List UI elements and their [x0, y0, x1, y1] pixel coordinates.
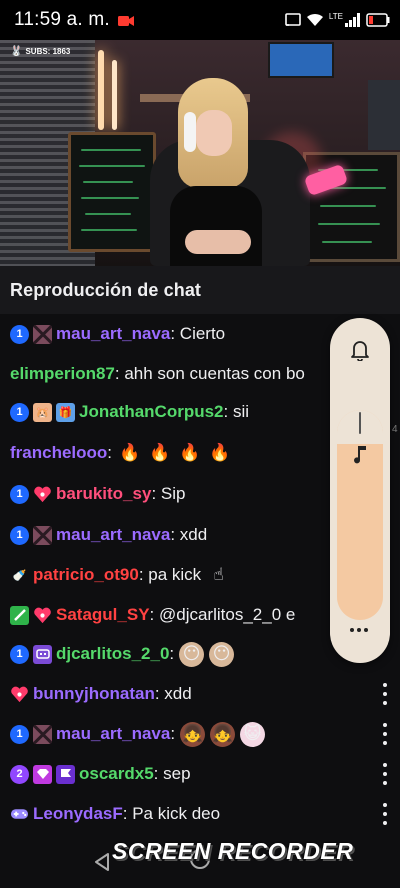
chat-text: : Sip: [151, 484, 186, 503]
music-note-icon: [352, 444, 368, 469]
side-peek-text: 4: [392, 424, 398, 435]
gamepad-badge[interactable]: [10, 805, 29, 824]
chat-username[interactable]: mau_art_nava: [56, 324, 170, 344]
chat-message[interactable]: 1 mau_art_nava : xdd: [10, 520, 207, 550]
stream-video[interactable]: 🐰 SUBS: 1863: [0, 40, 400, 266]
chat-message[interactable]: LeonydasF : Pa kick deo: [10, 799, 220, 829]
face-emote[interactable]: 😶: [209, 641, 235, 667]
x-badge[interactable]: [33, 525, 52, 545]
chat-text: : ahh son cuentas con bo: [114, 364, 305, 383]
x-badge[interactable]: [33, 324, 52, 344]
sub-1-badge[interactable]: 1: [10, 484, 29, 504]
purple-flame-emote[interactable]: 🔥: [177, 441, 202, 466]
chat-message[interactable]: 1 mau_art_nava : Cierto: [10, 319, 225, 349]
heart-badge[interactable]: [10, 685, 29, 704]
chat-username[interactable]: patricio_ot90: [33, 565, 139, 585]
back-icon[interactable]: [94, 853, 110, 876]
bunny-icon: 🐰: [10, 46, 23, 57]
sub-1-badge[interactable]: 1: [10, 724, 29, 744]
chat-username[interactable]: elimperion87: [10, 364, 115, 384]
chalkboard: [68, 132, 156, 252]
chat-text: : Cierto: [170, 324, 226, 343]
chat-message[interactable]: elimperion87 : ahh son cuentas con bo: [10, 359, 305, 389]
cast-icon: [285, 13, 301, 27]
screen-recorder-watermark: SCREEN RECORDER: [112, 838, 354, 864]
chat-text: : xdd: [170, 525, 208, 544]
chat-username[interactable]: LeonydasF: [33, 804, 123, 824]
chat-text: : Pa kick deo: [122, 804, 221, 823]
cat-emote[interactable]: 😺: [240, 721, 266, 747]
more-options-icon[interactable]: [382, 803, 388, 825]
subs-label: SUBS: 1863: [25, 47, 71, 56]
chat-username[interactable]: djcarlitos_2_0: [56, 644, 169, 664]
heart-badge[interactable]: [33, 485, 52, 504]
chat-message[interactable]: franchelooo : 🔥 🔥 🔥 🔥: [10, 438, 232, 468]
status-icons: LTE: [285, 11, 390, 27]
gift-badge[interactable]: 🎁: [56, 402, 75, 422]
chat-message[interactable]: 1 djcarlitos_2_0 : 😶 😶: [10, 639, 235, 669]
chat-message[interactable]: Satagul_SY : @djcarlitos_2_0 e: [10, 600, 295, 630]
more-options-icon[interactable]: [382, 763, 388, 785]
more-options-icon[interactable]: [382, 723, 388, 745]
volume-slider[interactable]: [337, 410, 383, 620]
chat-username[interactable]: oscardx5: [79, 764, 154, 784]
chat-message[interactable]: 1 barukito_sy : Sip: [10, 479, 185, 509]
chat-message[interactable]: 🍼 patricio_ot90 : pa kick ☝: [10, 560, 231, 590]
lte-label: LTE: [328, 11, 343, 21]
sub-1-badge[interactable]: 1: [10, 402, 29, 422]
chat-text: : sep: [153, 764, 191, 783]
chat-username[interactable]: barukito_sy: [56, 484, 151, 504]
x-badge[interactable]: [33, 724, 52, 744]
more-options-icon[interactable]: [350, 628, 368, 632]
record-icon: [117, 14, 134, 26]
sub-1-badge[interactable]: 1: [10, 644, 29, 664]
bot-badge[interactable]: [33, 644, 52, 664]
chat-text: :: [169, 644, 175, 663]
chat-text: : xdd: [154, 684, 192, 703]
subs-counter: 🐰 SUBS: 1863: [10, 46, 70, 57]
chat-username[interactable]: mau_art_nava: [56, 724, 170, 744]
chat-text: :: [170, 724, 176, 743]
chat-message[interactable]: 2 oscardx5 : sep: [10, 759, 191, 789]
purple-flame-emote[interactable]: 🔥: [147, 441, 172, 466]
heart-badge[interactable]: [33, 606, 52, 625]
chat-username[interactable]: Satagul_SY: [56, 605, 150, 625]
more-options-icon[interactable]: [382, 683, 388, 705]
chat-message[interactable]: bunnyjhonatan : xdd: [10, 679, 192, 709]
chat-username[interactable]: mau_art_nava: [56, 525, 170, 545]
battery-icon: [366, 13, 390, 27]
chat-text: : pa kick: [138, 565, 202, 584]
chat-username[interactable]: JonathanCorpus2: [79, 402, 224, 422]
bottle-badge[interactable]: 🍼: [10, 566, 29, 585]
chat-header: Reproducción de chat: [0, 266, 400, 314]
chat-message[interactable]: 1 🐹 🎁 JonathanCorpus2 : sii: [10, 397, 249, 427]
chat-title: Reproducción de chat: [10, 279, 202, 300]
chat-message[interactable]: 1 mau_art_nava : 👧 👧 😺: [10, 719, 266, 749]
signal-icon: [345, 13, 361, 27]
face-emote[interactable]: 😶: [179, 641, 205, 667]
purple-flame-emote[interactable]: 🔥: [207, 441, 232, 466]
floating-volume-panel[interactable]: [330, 318, 390, 663]
girl-emote[interactable]: 👧: [210, 721, 236, 747]
girl-emote[interactable]: 👧: [180, 721, 206, 747]
diamond-badge[interactable]: [33, 764, 52, 784]
hamster-badge[interactable]: 🐹: [33, 402, 52, 422]
status-time: 11:59 a. m.: [14, 9, 110, 30]
sub-2-badge[interactable]: 2: [10, 764, 29, 784]
purple-flame-emote[interactable]: 🔥: [117, 441, 142, 466]
chat-text: : @djcarlitos_2_0 e: [149, 605, 296, 624]
flag-badge[interactable]: [56, 764, 75, 784]
chat-username[interactable]: franchelooo: [10, 443, 107, 463]
sub-1-badge[interactable]: 1: [10, 525, 29, 545]
chat-text: : sii: [223, 402, 250, 421]
wifi-icon: [306, 13, 324, 27]
sword-badge[interactable]: [10, 605, 29, 625]
bell-icon[interactable]: [340, 330, 380, 370]
sub-1-badge[interactable]: 1: [10, 324, 29, 344]
chat-text: :: [107, 443, 113, 462]
status-bar: 11:59 a. m. LTE: [0, 0, 400, 40]
point-up-emote[interactable]: ☝: [206, 563, 231, 588]
chat-username[interactable]: bunnyjhonatan: [33, 684, 155, 704]
